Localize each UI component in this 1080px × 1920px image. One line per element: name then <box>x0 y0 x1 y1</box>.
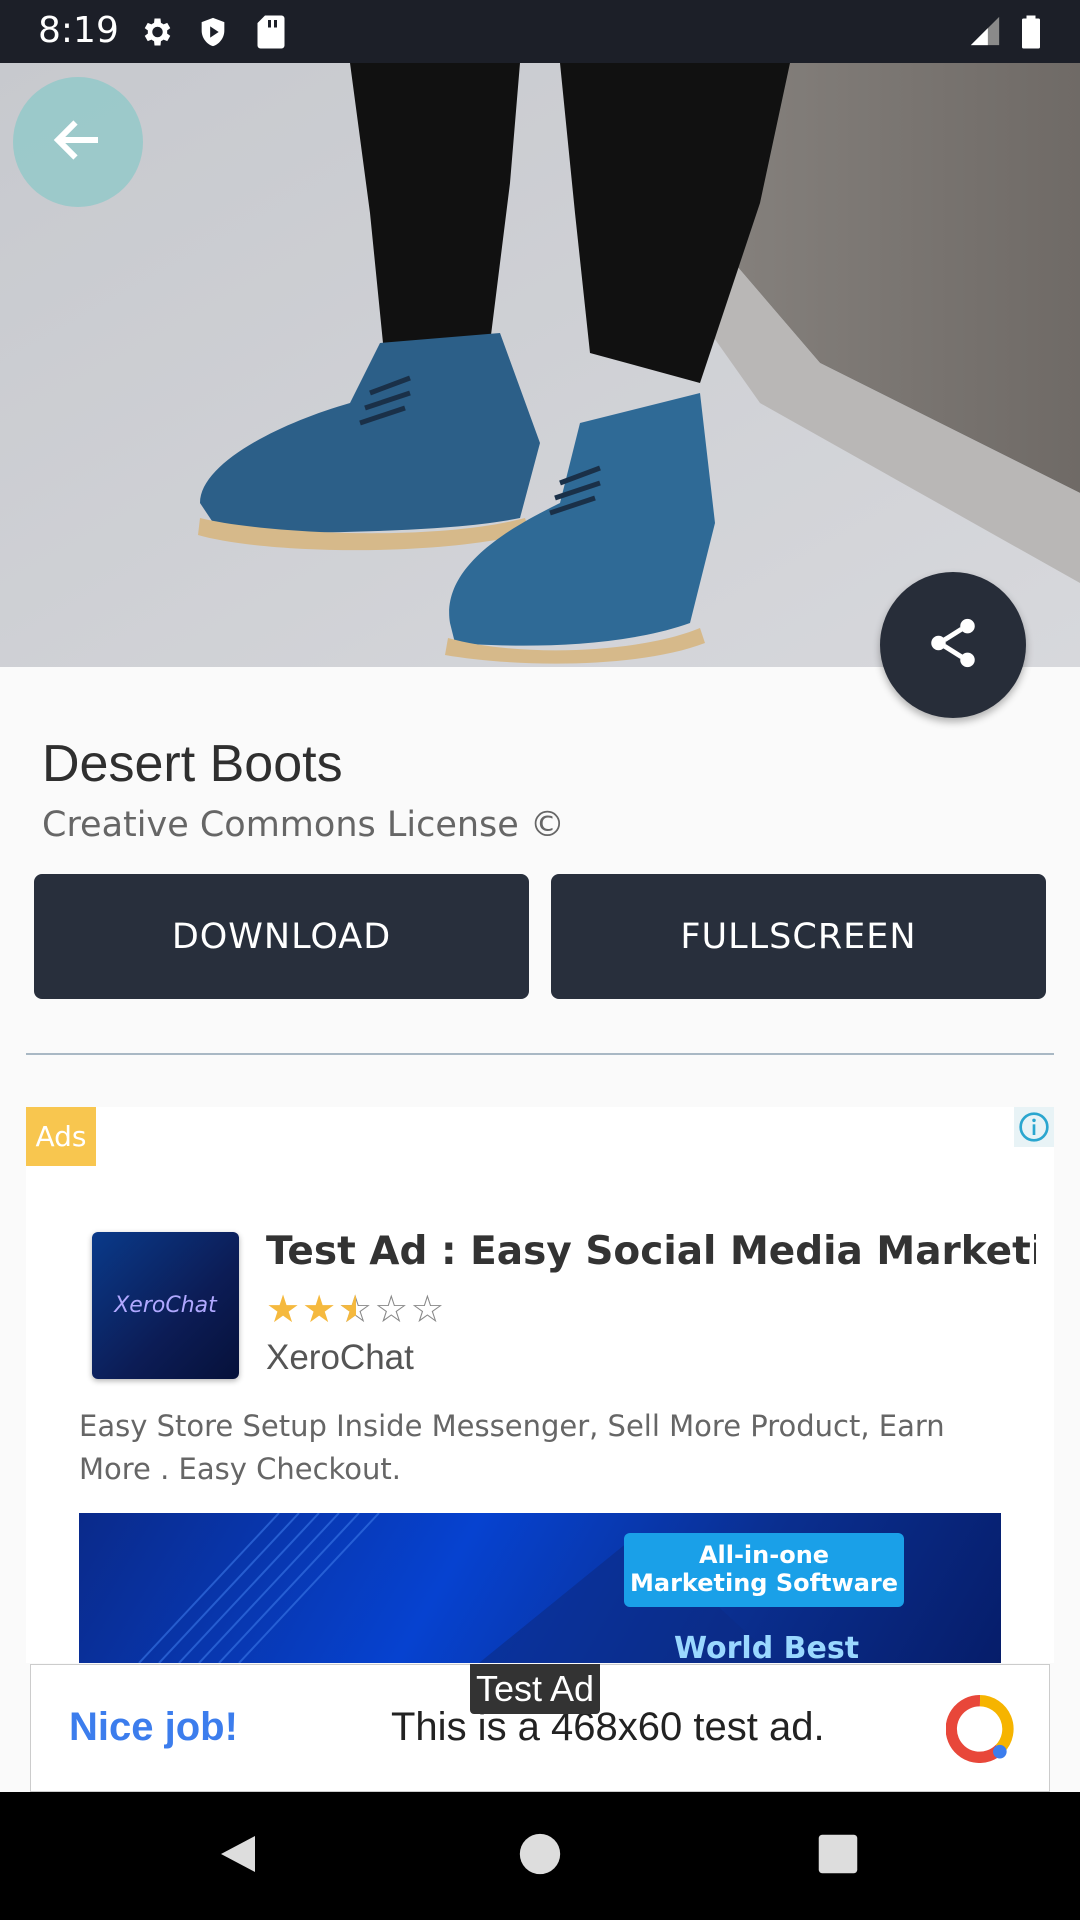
signal-icon <box>968 14 1002 52</box>
ad-banner-image[interactable]: All-in-one Marketing Software World Best <box>79 1513 1001 1663</box>
share-button[interactable] <box>880 572 1026 718</box>
ads-badge: Ads <box>26 1107 96 1166</box>
status-time: 8:19 <box>38 10 119 51</box>
test-ad-text: This is a 468x60 test ad. <box>391 1705 825 1749</box>
star-empty-icon: ☆ <box>410 1287 447 1331</box>
share-icon <box>924 614 982 676</box>
star-empty-icon: ☆ <box>374 1287 411 1331</box>
ad-advertiser: XeroChat <box>266 1338 414 1377</box>
back-button[interactable] <box>13 77 143 207</box>
license-text: Creative Commons License © <box>42 805 565 845</box>
divider <box>26 1053 1054 1055</box>
banner-line2: Marketing Software <box>630 1569 898 1597</box>
ad-banner-pill: All-in-one Marketing Software <box>624 1533 904 1607</box>
sd-card-icon <box>256 14 286 54</box>
ad-logo[interactable]: XeroChat <box>92 1232 239 1379</box>
nav-home-button[interactable] <box>506 1822 574 1890</box>
ad-rating: ★★☆★☆☆ <box>266 1287 446 1331</box>
nice-job-text: Nice job! <box>69 1705 238 1749</box>
banner-line3: World Best <box>674 1631 860 1663</box>
square-recents-icon <box>817 1833 859 1879</box>
shield-icon <box>196 14 230 54</box>
nav-back-button[interactable] <box>205 1822 273 1890</box>
navigation-bar <box>0 1792 1080 1920</box>
native-ad-card[interactable]: Ads XeroChat Test Ad : Easy Social Media… <box>26 1107 1054 1663</box>
test-ad-label: Test Ad <box>470 1664 601 1714</box>
arrow-back-icon <box>48 110 108 174</box>
battery-icon <box>1018 14 1044 54</box>
fullscreen-button[interactable]: FULLSCREEN <box>551 874 1046 999</box>
ad-headline[interactable]: Test Ad : Easy Social Media Marketi <box>266 1229 1036 1274</box>
ad-body: Easy Store Setup Inside Messenger, Sell … <box>79 1409 945 1486</box>
wallpaper-image[interactable] <box>0 63 1080 667</box>
settings-icon <box>138 14 174 54</box>
page-title: Desert Boots <box>42 735 343 793</box>
ad-logo-icon <box>945 1694 1014 1767</box>
info-icon[interactable] <box>1014 1107 1054 1147</box>
status-bar: 8:19 <box>0 0 1080 63</box>
circle-home-icon <box>518 1832 562 1880</box>
download-button[interactable]: DOWNLOAD <box>34 874 529 999</box>
triangle-back-icon <box>215 1830 263 1882</box>
star-full-icon: ★ <box>302 1287 339 1331</box>
star-half-icon: ☆★ <box>338 1287 375 1331</box>
banner-line1: All-in-one <box>698 1541 830 1569</box>
star-full-icon: ★ <box>266 1287 303 1331</box>
nav-recents-button[interactable] <box>804 1822 872 1890</box>
ad-logo-text: XeroChat <box>114 1293 217 1318</box>
